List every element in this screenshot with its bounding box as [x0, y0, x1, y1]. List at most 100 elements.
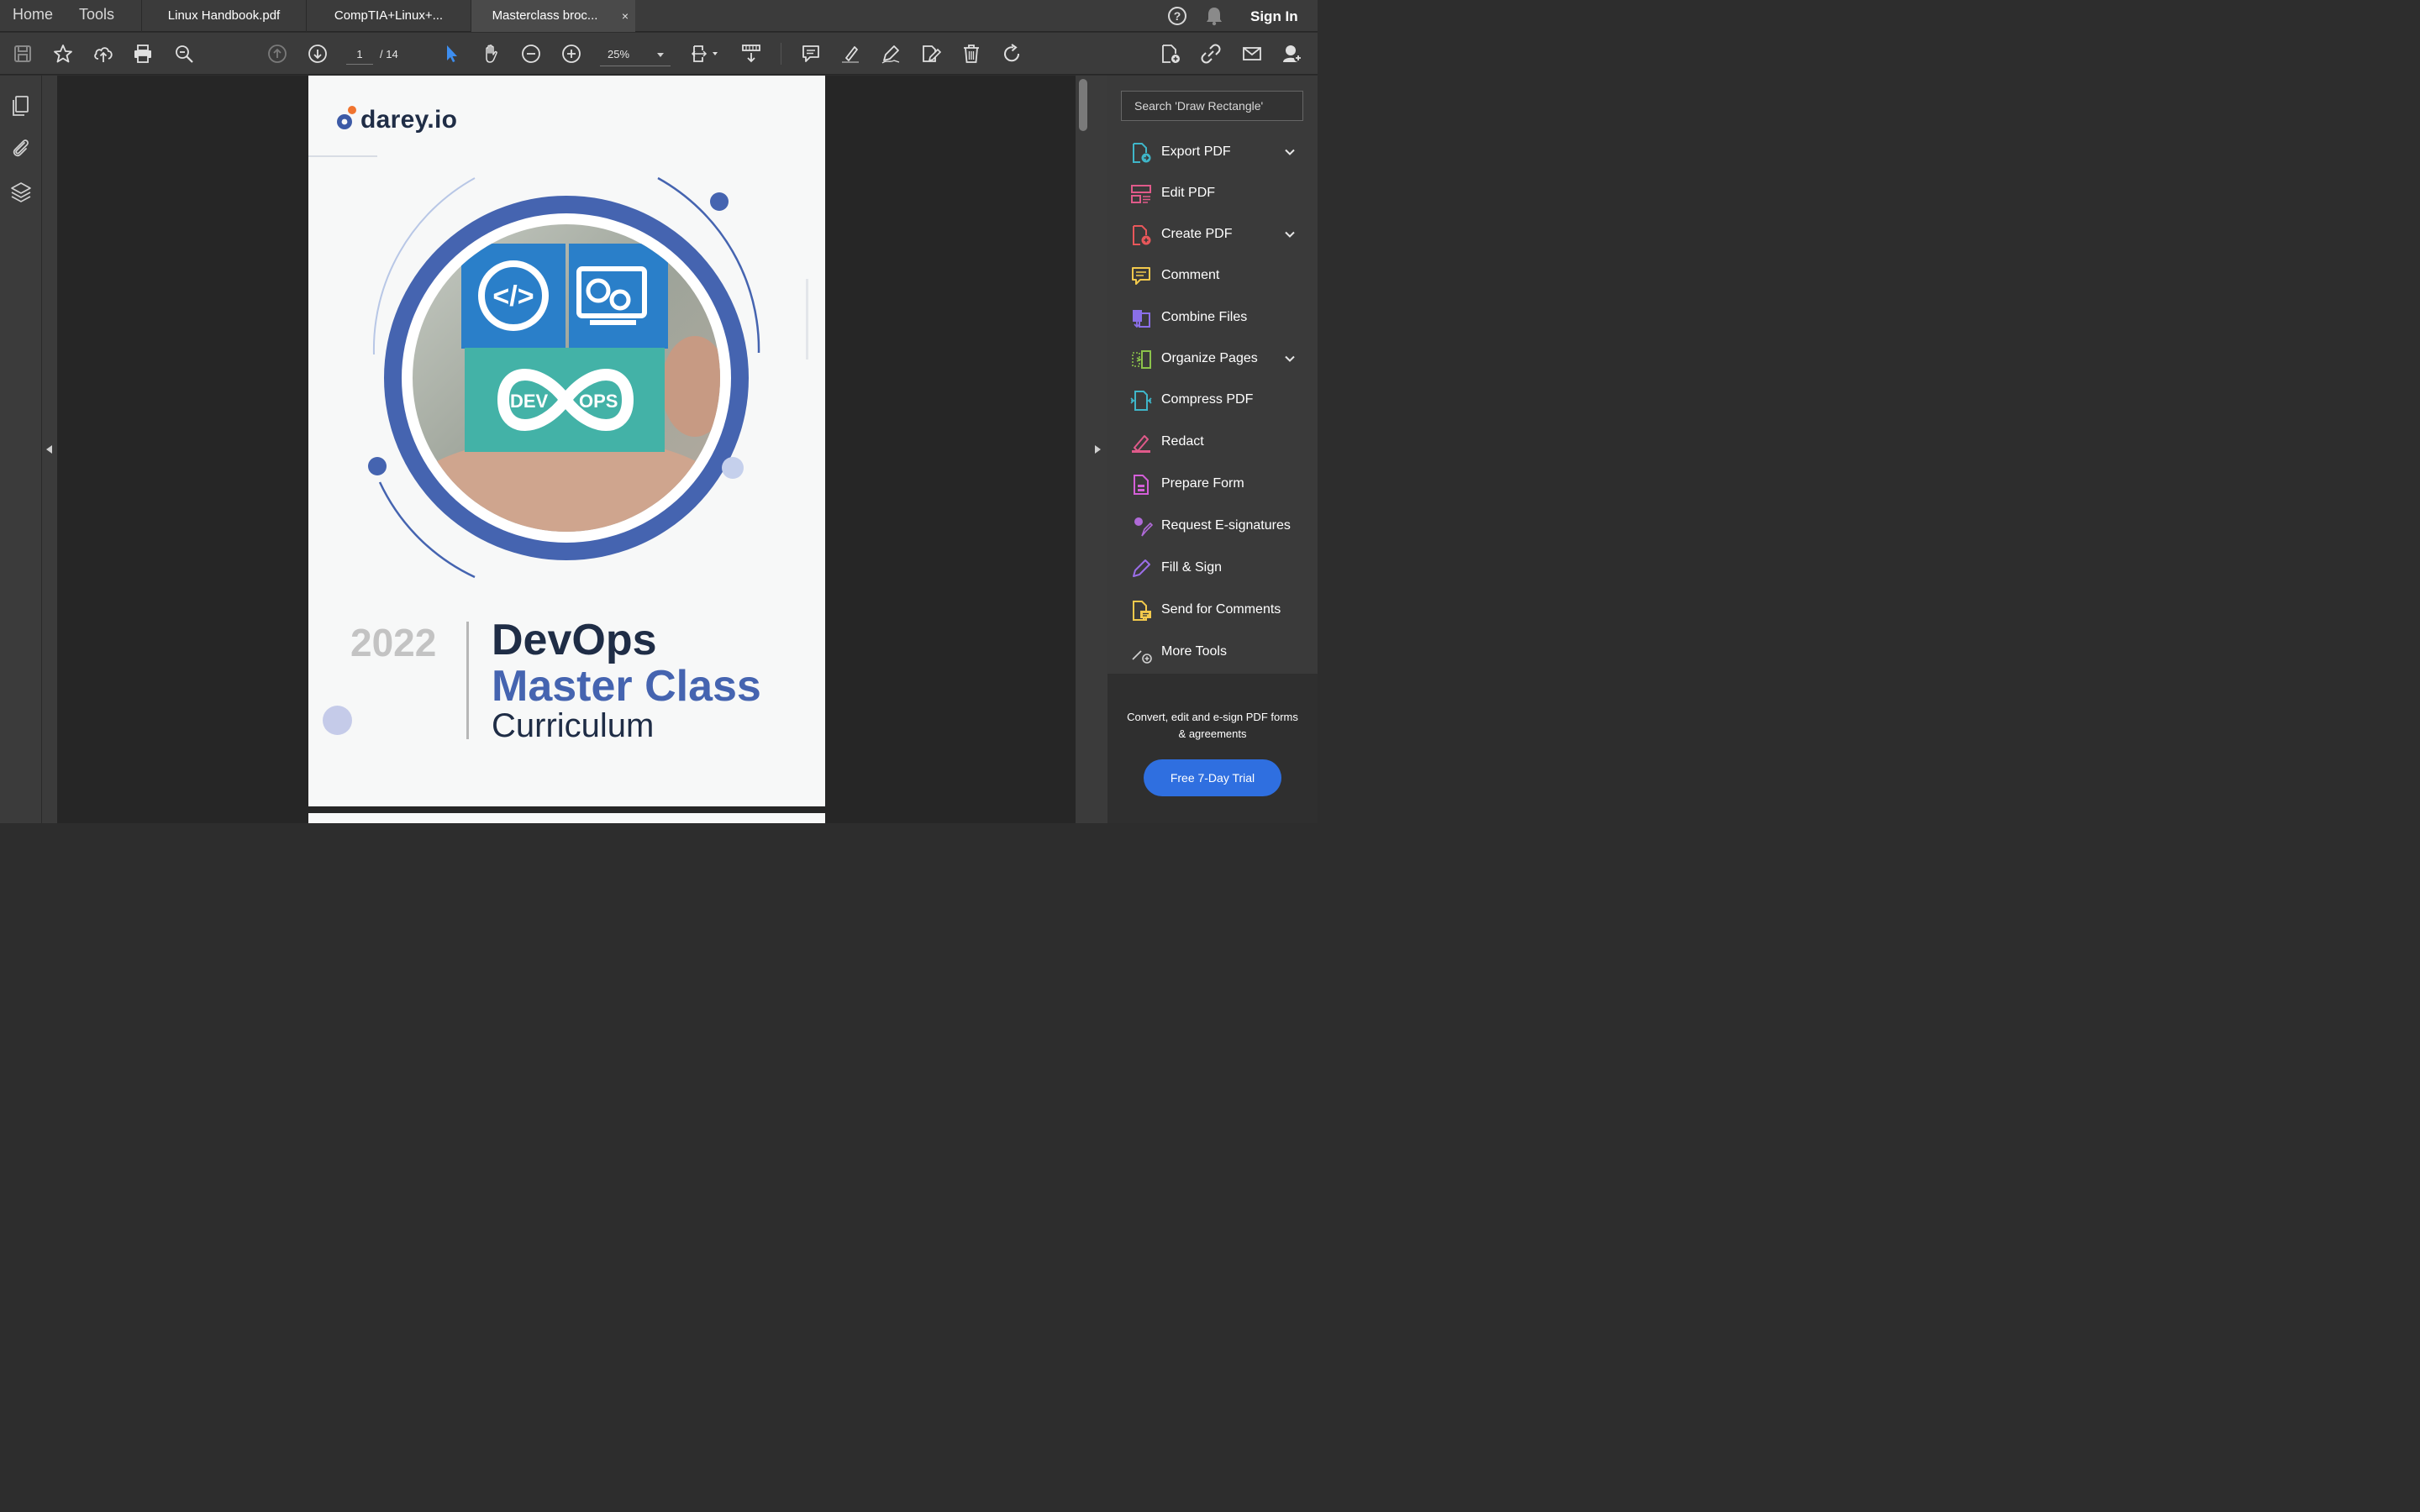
tool-organize-pages[interactable]: Organize Pages	[1107, 343, 1318, 376]
tool-combine-files[interactable]: Combine Files	[1107, 302, 1318, 335]
darey-logo-mark-icon	[337, 106, 356, 129]
next-page-icon[interactable]	[305, 41, 330, 66]
comment-icon	[1132, 267, 1150, 285]
page-thumbnails-icon[interactable]	[9, 94, 33, 118]
tool-label: Redact	[1161, 434, 1204, 449]
tools-pane: Search 'Draw Rectangle' Export PDF Edit P…	[1107, 76, 1318, 823]
collapse-right-pane-icon[interactable]	[1095, 445, 1101, 454]
zoom-in-icon[interactable]	[559, 41, 584, 66]
decorative-line	[806, 279, 808, 360]
collapse-left-pane-icon[interactable]	[46, 445, 52, 454]
toolbar: 1 / 14 25%	[0, 33, 1318, 75]
doc-tab-label: CompTIA+Linux+...	[334, 8, 444, 23]
compress-pdf-icon	[1130, 391, 1152, 411]
doc-tab-label: Masterclass broc...	[492, 8, 598, 23]
tool-prepare-form[interactable]: Prepare Form	[1107, 468, 1318, 501]
promo-text: Convert, edit and e-sign PDF forms & agr…	[1127, 711, 1298, 740]
notifications-bell-icon[interactable]	[1205, 0, 1223, 32]
tool-fill-sign[interactable]: Fill & Sign	[1107, 552, 1318, 585]
fill-sign-icon	[1133, 559, 1150, 577]
layers-icon[interactable]	[9, 181, 33, 204]
edit-text-icon[interactable]	[918, 41, 944, 66]
doc-tab-masterclass[interactable]: Masterclass broc... ×	[471, 0, 635, 32]
create-pdf-toolbar-icon[interactable]	[1158, 41, 1183, 66]
tool-label: Organize Pages	[1161, 351, 1258, 365]
highlight-icon[interactable]	[838, 41, 863, 66]
free-trial-button[interactable]: Free 7-Day Trial	[1144, 759, 1281, 796]
tools-tab[interactable]: Tools	[79, 6, 114, 24]
tool-export-pdf[interactable]: Export PDF	[1107, 136, 1318, 170]
tools-search-input[interactable]: Search 'Draw Rectangle'	[1121, 91, 1303, 121]
decorative-dot	[323, 706, 352, 735]
scroll-mode-icon[interactable]	[739, 41, 764, 66]
devops-hero-illustration: </> DEV OPS	[368, 176, 760, 579]
tool-edit-pdf[interactable]: Edit PDF	[1107, 177, 1318, 211]
zoom-search-icon[interactable]	[171, 41, 197, 66]
upload-cloud-icon[interactable]	[91, 41, 116, 66]
zoom-level-value: 25%	[608, 48, 630, 60]
zoom-out-icon[interactable]	[518, 41, 544, 66]
tool-send-for-comments[interactable]: Send for Comments	[1107, 594, 1318, 627]
hand-tool-icon[interactable]	[479, 41, 504, 66]
doc-tab-comptia[interactable]: CompTIA+Linux+...	[306, 0, 471, 32]
chevron-down-icon[interactable]	[1284, 353, 1296, 365]
vertical-scrollbar[interactable]	[1076, 76, 1091, 823]
tool-label: Send for Comments	[1161, 602, 1281, 617]
tool-request-esignatures[interactable]: Request E-signatures	[1107, 510, 1318, 543]
attachments-paperclip-icon[interactable]	[9, 136, 33, 160]
redact-icon	[1132, 435, 1150, 453]
export-pdf-icon	[1133, 143, 1151, 163]
tool-redact[interactable]: Redact	[1107, 426, 1318, 459]
tool-label: Fill & Sign	[1161, 560, 1223, 575]
create-pdf-icon	[1133, 225, 1151, 245]
rotate-icon[interactable]	[999, 41, 1024, 66]
tool-comment[interactable]: Comment	[1107, 260, 1318, 293]
tool-label: Create PDF	[1161, 227, 1233, 241]
send-for-comments-icon	[1133, 601, 1151, 621]
bookmark-star-icon[interactable]	[50, 41, 76, 66]
promo-section	[1107, 674, 1318, 823]
comment-icon[interactable]	[798, 41, 823, 66]
home-tab[interactable]: Home	[13, 6, 53, 24]
delete-trash-icon[interactable]	[959, 41, 984, 66]
tool-label: Prepare Form	[1161, 476, 1244, 491]
tool-label: Edit PDF	[1161, 186, 1216, 200]
select-cursor-icon[interactable]	[439, 41, 464, 66]
tool-more-tools[interactable]: More Tools	[1107, 636, 1318, 669]
fit-page-icon[interactable]	[687, 41, 721, 66]
previous-page-icon[interactable]	[265, 41, 290, 66]
tool-label: More Tools	[1161, 644, 1227, 659]
help-icon[interactable]: ?	[1166, 0, 1188, 32]
zoom-level-select[interactable]: 25%	[600, 45, 671, 66]
doc-tab-label: Linux Handbook.pdf	[167, 8, 281, 23]
email-icon[interactable]	[1239, 41, 1265, 66]
tool-label: Request E-signatures	[1161, 518, 1291, 533]
prepare-form-icon	[1134, 475, 1149, 495]
add-user-icon[interactable]	[1280, 41, 1305, 66]
tool-compress-pdf[interactable]: Compress PDF	[1107, 384, 1318, 417]
dev-label: DEV	[510, 391, 549, 412]
page-total: / 14	[380, 48, 398, 60]
sign-in-button[interactable]: Sign In	[1250, 8, 1298, 25]
chevron-down-icon[interactable]	[1284, 146, 1296, 158]
chevron-down-icon[interactable]	[1284, 228, 1296, 240]
cover-title-line-3: Curriculum	[492, 707, 655, 744]
close-tab-icon[interactable]: ×	[622, 0, 629, 32]
cover-title-line-1: DevOps	[492, 616, 657, 664]
print-icon[interactable]	[130, 41, 155, 66]
request-esignatures-icon	[1134, 517, 1153, 537]
cover-title-line-2: Master Class	[492, 662, 761, 711]
top-bar: Home Tools Linux Handbook.pdf CompTIA+Li…	[0, 0, 1318, 32]
more-tools-icon	[1132, 650, 1152, 664]
page-number-input[interactable]: 1	[346, 45, 373, 65]
draw-pen-icon[interactable]	[878, 41, 903, 66]
scrollbar-thumb[interactable]	[1079, 79, 1087, 131]
pdf-page-2[interactable]	[308, 813, 825, 823]
combine-files-icon	[1133, 310, 1150, 328]
logo-wordmark: darey.io	[360, 106, 458, 134]
pdf-page-1[interactable]: darey.io </> DEV OPS 2022 DevOps Master …	[308, 76, 825, 806]
share-link-icon[interactable]	[1198, 41, 1223, 66]
tool-create-pdf[interactable]: Create PDF	[1107, 218, 1318, 252]
save-icon[interactable]	[10, 41, 35, 66]
doc-tab-linux-handbook[interactable]: Linux Handbook.pdf	[141, 0, 306, 32]
